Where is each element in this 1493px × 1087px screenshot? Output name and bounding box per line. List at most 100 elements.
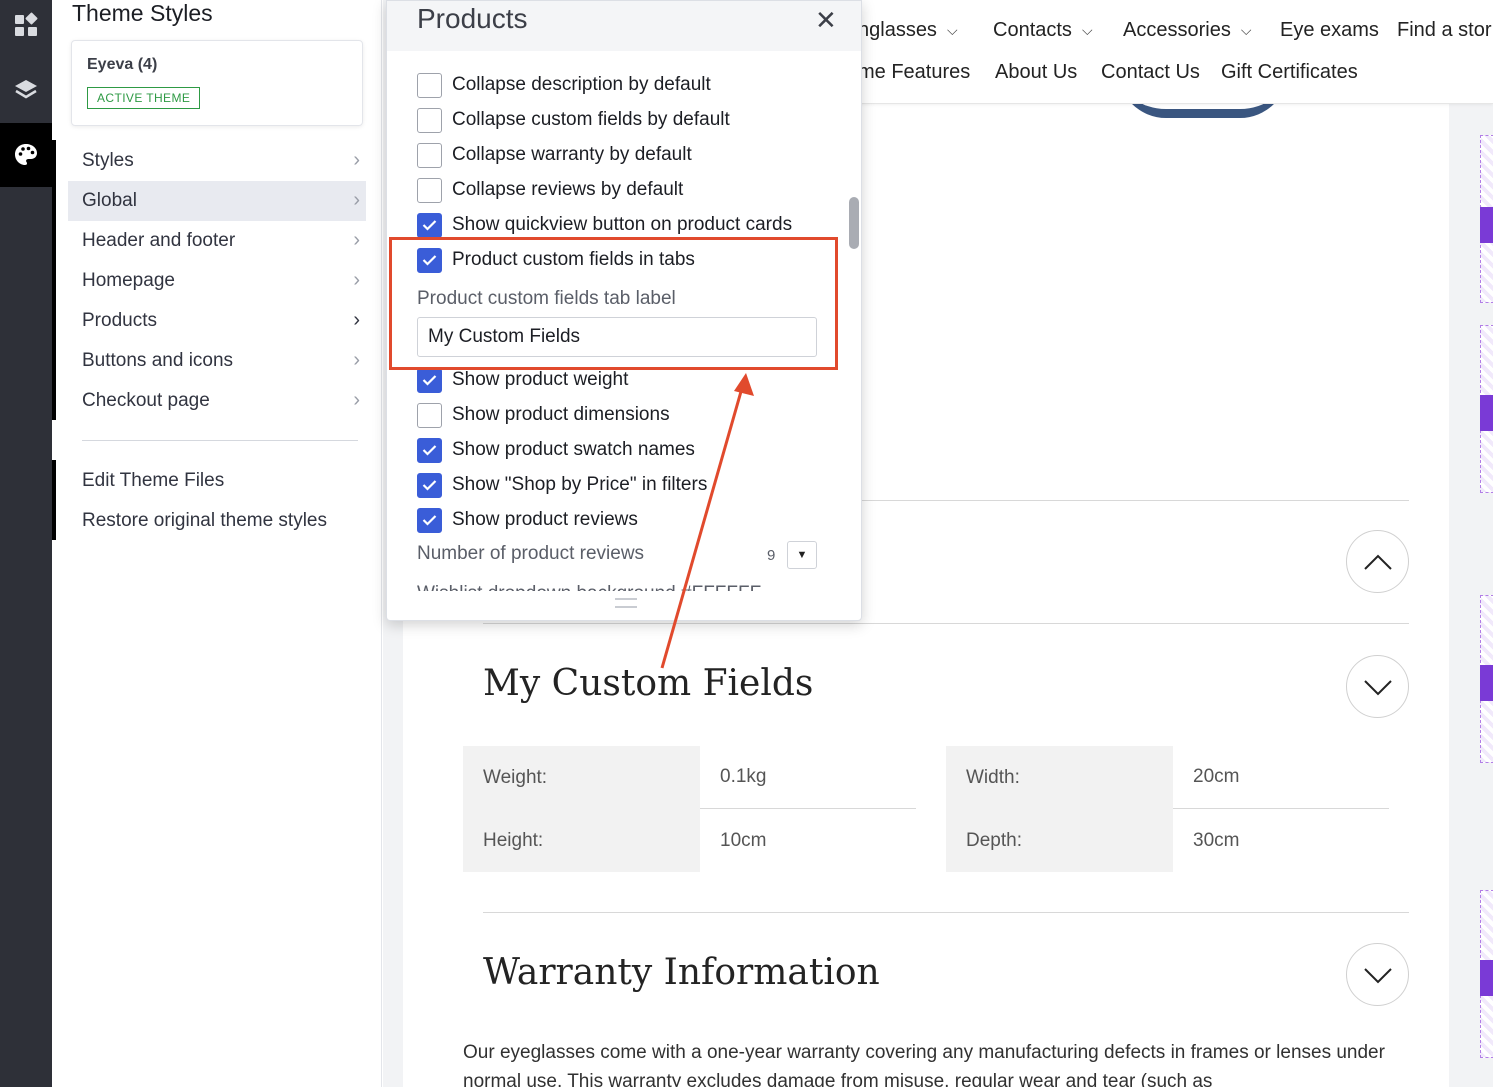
popup-header: Products ✕ bbox=[387, 1, 861, 51]
menu-item-label: Styles bbox=[82, 150, 134, 171]
chevron-up-icon bbox=[1363, 554, 1392, 570]
divider bbox=[82, 440, 358, 441]
chevron-right-icon: › bbox=[353, 229, 360, 251]
nav-contacts[interactable]: Contacts ⌵ bbox=[993, 19, 1093, 42]
checkbox[interactable] bbox=[417, 437, 442, 463]
nav-accessories[interactable]: Accessories ⌵ bbox=[1123, 19, 1251, 42]
menu-item-label: Checkout page bbox=[82, 390, 210, 411]
popup-title: Products bbox=[417, 3, 528, 34]
close-icon[interactable]: ✕ bbox=[815, 5, 837, 36]
option-show-quickview[interactable]: Show quickview button on product cards bbox=[417, 211, 792, 239]
num-reviews-value: 9 bbox=[767, 547, 776, 564]
checkbox[interactable] bbox=[417, 472, 442, 498]
expand-custom-fields-button[interactable] bbox=[1346, 655, 1409, 718]
collapse-section-button[interactable] bbox=[1346, 530, 1409, 593]
widget-tag bbox=[1480, 665, 1493, 701]
option-show-reviews[interactable]: Show product reviews bbox=[417, 506, 638, 534]
nav-label: nglasses bbox=[858, 19, 937, 41]
section-indicator bbox=[52, 140, 56, 420]
option-shop-by-price[interactable]: Show "Shop by Price" in filters bbox=[417, 471, 707, 499]
field-label: Depth: bbox=[946, 809, 1173, 872]
option-label: Collapse warranty by default bbox=[452, 144, 692, 165]
option-show-weight[interactable]: Show product weight bbox=[417, 366, 628, 394]
chevron-down-icon: ⌵ bbox=[1240, 22, 1252, 38]
menu-item-label: Homepage bbox=[82, 270, 175, 291]
active-theme-badge: ACTIVE THEME bbox=[87, 87, 201, 109]
num-reviews-label: Number of product reviews bbox=[417, 543, 645, 564]
nav-about-us[interactable]: About Us bbox=[995, 61, 1077, 84]
field-value: 10cm bbox=[720, 829, 767, 851]
nav-find-store[interactable]: Find a stor bbox=[1397, 19, 1491, 42]
expand-warranty-button[interactable] bbox=[1346, 943, 1409, 1006]
num-reviews-dropdown[interactable]: ▼ bbox=[787, 541, 817, 569]
theme-styles-panel: Theme Styles Eyeva (4) ACTIVE THEME Styl… bbox=[52, 0, 382, 1087]
divider bbox=[483, 912, 1409, 913]
menu-item-products[interactable]: Products › bbox=[68, 301, 366, 341]
field-value: 30cm bbox=[1193, 829, 1240, 851]
field-label: Weight: bbox=[463, 746, 700, 809]
field-value: 0.1kg bbox=[700, 746, 916, 809]
option-collapse-warranty[interactable]: Collapse warranty by default bbox=[417, 141, 692, 169]
option-label: Show product swatch names bbox=[452, 439, 695, 460]
popup-scrollbar[interactable] bbox=[847, 51, 861, 591]
nav-home-features[interactable]: me Features bbox=[858, 61, 970, 84]
menu-item-buttons-icons[interactable]: Buttons and icons › bbox=[68, 341, 366, 381]
checkbox[interactable] bbox=[417, 142, 442, 168]
chevron-down-icon: ⌵ bbox=[1081, 22, 1093, 38]
widget-tag bbox=[1480, 207, 1493, 243]
menu-item-label: Products bbox=[82, 310, 157, 331]
widget-tag bbox=[1480, 395, 1493, 431]
restore-theme-link[interactable]: Restore original theme styles bbox=[82, 510, 327, 532]
option-label: Collapse reviews by default bbox=[452, 179, 684, 200]
scrollbar-thumb[interactable] bbox=[849, 197, 859, 249]
menu-item-header-footer[interactable]: Header and footer › bbox=[68, 221, 366, 261]
chevron-right-icon: › bbox=[353, 189, 360, 211]
layers-icon[interactable] bbox=[0, 58, 52, 122]
field-label: Height: bbox=[463, 809, 700, 872]
nav-eyeglasses[interactable]: nglasses ⌵ bbox=[858, 19, 958, 42]
widgets-icon[interactable] bbox=[0, 0, 52, 57]
field-label: Width: bbox=[946, 746, 1173, 809]
resize-grip-icon[interactable] bbox=[615, 598, 637, 608]
option-show-swatch-names[interactable]: Show product swatch names bbox=[417, 436, 695, 464]
nav-contact-us[interactable]: Contact Us bbox=[1101, 61, 1200, 84]
option-label: Collapse custom fields by default bbox=[452, 109, 730, 130]
checkbox[interactable] bbox=[417, 107, 442, 133]
checkbox[interactable] bbox=[417, 177, 442, 203]
chevron-down-icon bbox=[1363, 967, 1392, 983]
menu-item-label: Global bbox=[82, 190, 137, 211]
option-show-dimensions[interactable]: Show product dimensions bbox=[417, 401, 670, 429]
checkbox[interactable] bbox=[417, 212, 442, 238]
option-label: Collapse description by default bbox=[452, 74, 711, 95]
menu-item-styles[interactable]: Styles › bbox=[68, 141, 366, 181]
chevron-right-icon: › bbox=[353, 389, 360, 411]
edit-theme-files-link[interactable]: Edit Theme Files bbox=[82, 470, 224, 492]
checkmark-icon bbox=[422, 375, 437, 386]
checkmark-icon bbox=[422, 515, 437, 526]
widget-tag bbox=[1480, 960, 1493, 996]
chevron-down-icon bbox=[1363, 679, 1392, 695]
option-collapse-description[interactable]: Collapse description by default bbox=[417, 71, 711, 99]
field-value: 20cm bbox=[1173, 746, 1389, 809]
menu-item-homepage[interactable]: Homepage › bbox=[68, 261, 366, 301]
nav-label: Contacts bbox=[993, 19, 1072, 41]
option-collapse-custom-fields[interactable]: Collapse custom fields by default bbox=[417, 106, 730, 134]
option-label: Show product weight bbox=[452, 369, 629, 390]
active-theme-card: Eyeva (4) ACTIVE THEME bbox=[71, 40, 363, 126]
checkmark-icon bbox=[422, 445, 437, 456]
section-indicator bbox=[52, 460, 56, 540]
option-collapse-reviews[interactable]: Collapse reviews by default bbox=[417, 176, 683, 204]
checkbox[interactable] bbox=[417, 507, 442, 533]
menu-item-global[interactable]: Global › bbox=[68, 181, 366, 221]
option-label: Show "Shop by Price" in filters bbox=[452, 474, 708, 495]
menu-item-checkout[interactable]: Checkout page › bbox=[68, 381, 366, 421]
menu-item-label: Header and footer bbox=[82, 230, 236, 251]
nav-gift-certificates[interactable]: Gift Certificates bbox=[1221, 61, 1358, 84]
chevron-down-icon: ⌵ bbox=[946, 22, 958, 38]
checkbox[interactable] bbox=[417, 72, 442, 98]
palette-icon[interactable] bbox=[0, 123, 52, 187]
checkbox[interactable] bbox=[417, 367, 442, 393]
chevron-right-icon: › bbox=[353, 149, 360, 171]
checkbox[interactable] bbox=[417, 402, 442, 428]
nav-eye-exams[interactable]: Eye exams bbox=[1280, 19, 1379, 42]
